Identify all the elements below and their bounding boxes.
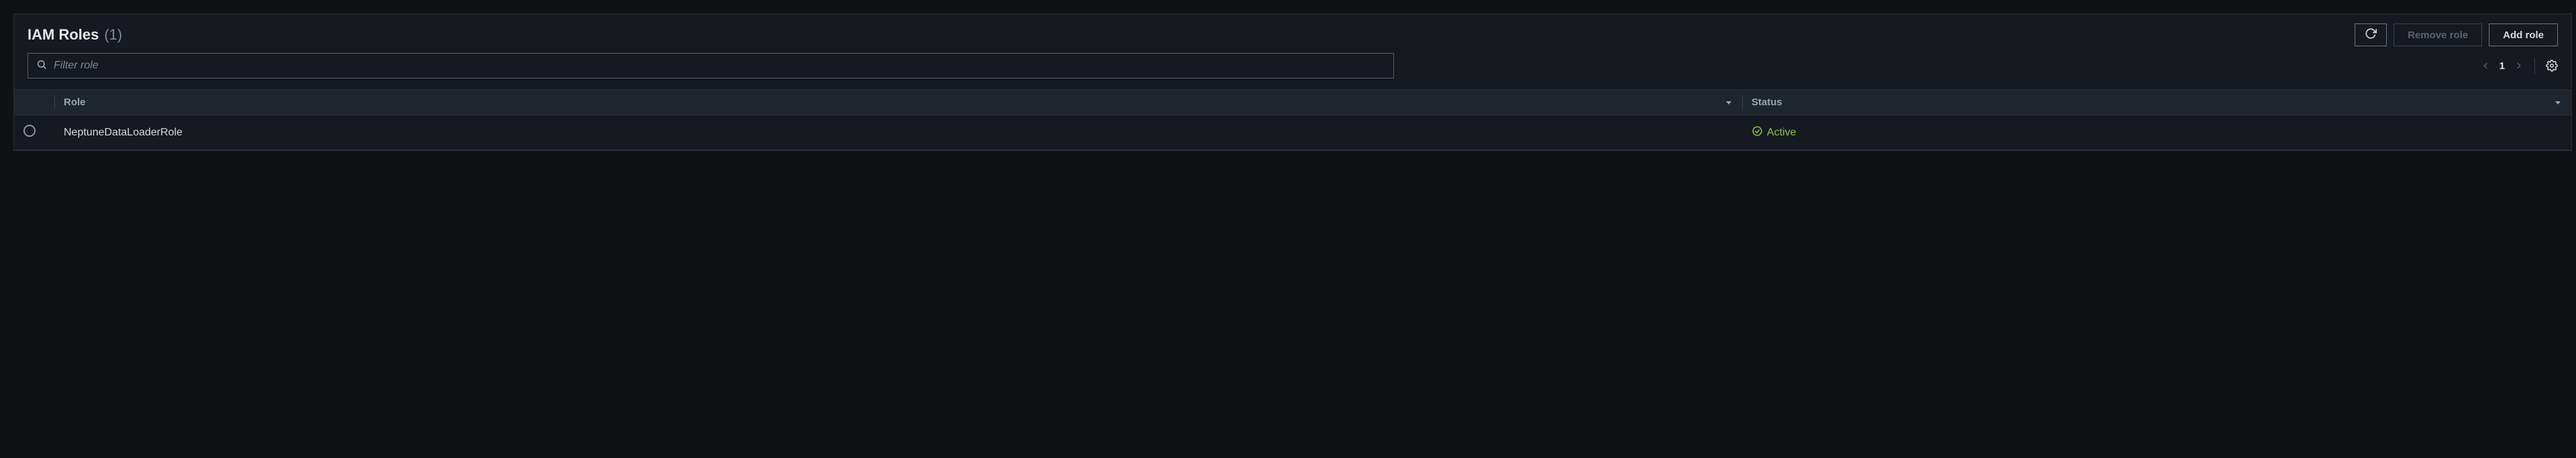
- iam-roles-panel: IAM Roles (1) Remove role Add role 1: [13, 13, 2572, 151]
- panel-count: (1): [104, 26, 122, 44]
- column-select: [14, 90, 54, 115]
- status-text: Active: [1767, 127, 1796, 139]
- panel-header: IAM Roles (1) Remove role Add role: [14, 14, 2571, 53]
- column-status: Status: [1742, 90, 2571, 115]
- panel-title: IAM Roles: [28, 26, 99, 44]
- page-number: 1: [2500, 60, 2505, 72]
- add-role-button[interactable]: Add role: [2489, 23, 2558, 46]
- tools-row: 1: [14, 53, 2571, 89]
- sort-role-button[interactable]: [1725, 99, 1733, 107]
- row-role-cell: NeptuneDataLoaderRole: [54, 115, 1742, 150]
- row-select-radio[interactable]: [23, 125, 36, 137]
- table-header-row: Role Status: [14, 90, 2571, 115]
- filter-role-input[interactable]: [54, 60, 1385, 72]
- column-divider: [1742, 95, 1743, 109]
- column-role-label: Role: [64, 97, 86, 108]
- column-role: Role: [54, 90, 1742, 115]
- search-icon: [36, 59, 47, 73]
- column-divider: [54, 95, 55, 109]
- column-status-label: Status: [1752, 97, 1782, 108]
- row-status-cell: Active: [1742, 115, 2571, 150]
- header-actions: Remove role Add role: [2355, 23, 2558, 46]
- sort-status-button[interactable]: [2554, 99, 2562, 107]
- settings-button[interactable]: [2546, 60, 2558, 72]
- pager-separator: [2534, 58, 2535, 74]
- panel-title-wrap: IAM Roles (1): [28, 26, 122, 44]
- table-row: NeptuneDataLoaderRole Active: [14, 115, 2571, 150]
- pagination: 1: [2481, 58, 2558, 74]
- row-select-cell: [14, 115, 54, 150]
- check-circle-icon: [1752, 125, 1763, 140]
- next-page-button[interactable]: [2514, 61, 2524, 70]
- remove-role-button[interactable]: Remove role: [2394, 23, 2482, 46]
- role-name: NeptuneDataLoaderRole: [64, 127, 182, 138]
- filter-role-search[interactable]: [28, 53, 1394, 78]
- prev-page-button[interactable]: [2481, 61, 2490, 70]
- refresh-icon: [2365, 27, 2377, 42]
- status-badge: Active: [1752, 125, 1796, 140]
- refresh-button[interactable]: [2355, 23, 2387, 46]
- roles-table: Role Status: [14, 89, 2571, 150]
